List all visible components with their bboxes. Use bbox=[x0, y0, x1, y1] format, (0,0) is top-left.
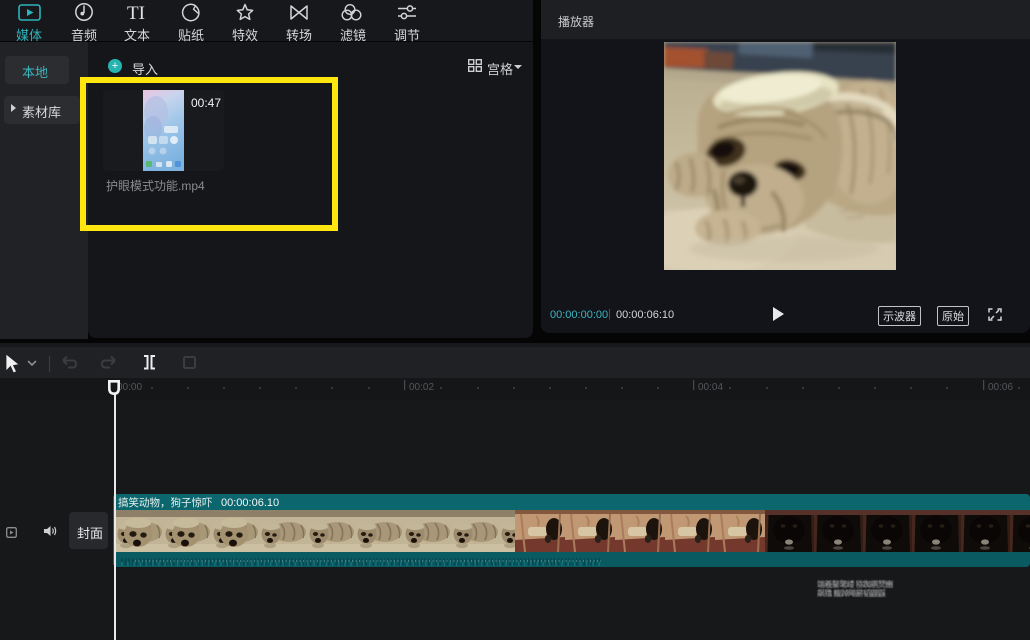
svg-text:00:06: 00:06 bbox=[988, 382, 1013, 393]
svg-text:00:04: 00:04 bbox=[698, 382, 723, 393]
svg-text:00:02: 00:02 bbox=[409, 382, 434, 393]
svg-text:00:00:06.10: 00:00:06.10 bbox=[221, 497, 279, 509]
svg-text:TI: TI bbox=[127, 3, 145, 24]
svg-text:00:00: 00:00 bbox=[117, 382, 142, 393]
svg-text:搞笑动物，狗子惊吓: 搞笑动物，狗子惊吓 bbox=[118, 496, 213, 509]
